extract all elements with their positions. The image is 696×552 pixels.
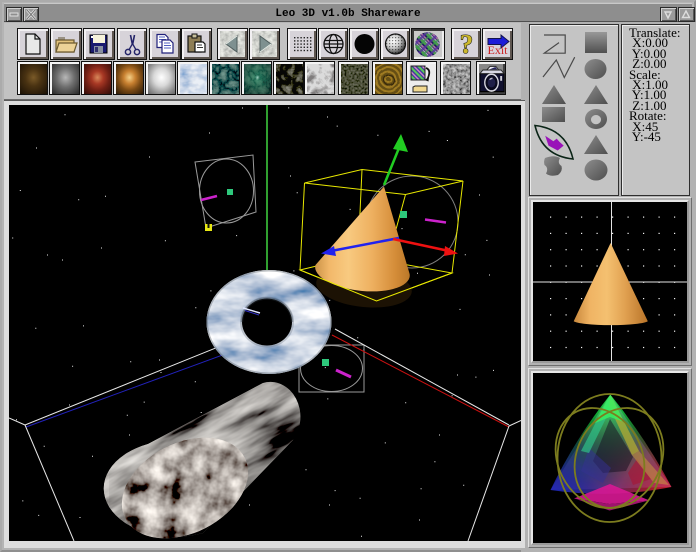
svg-text:?: ? xyxy=(460,31,474,58)
